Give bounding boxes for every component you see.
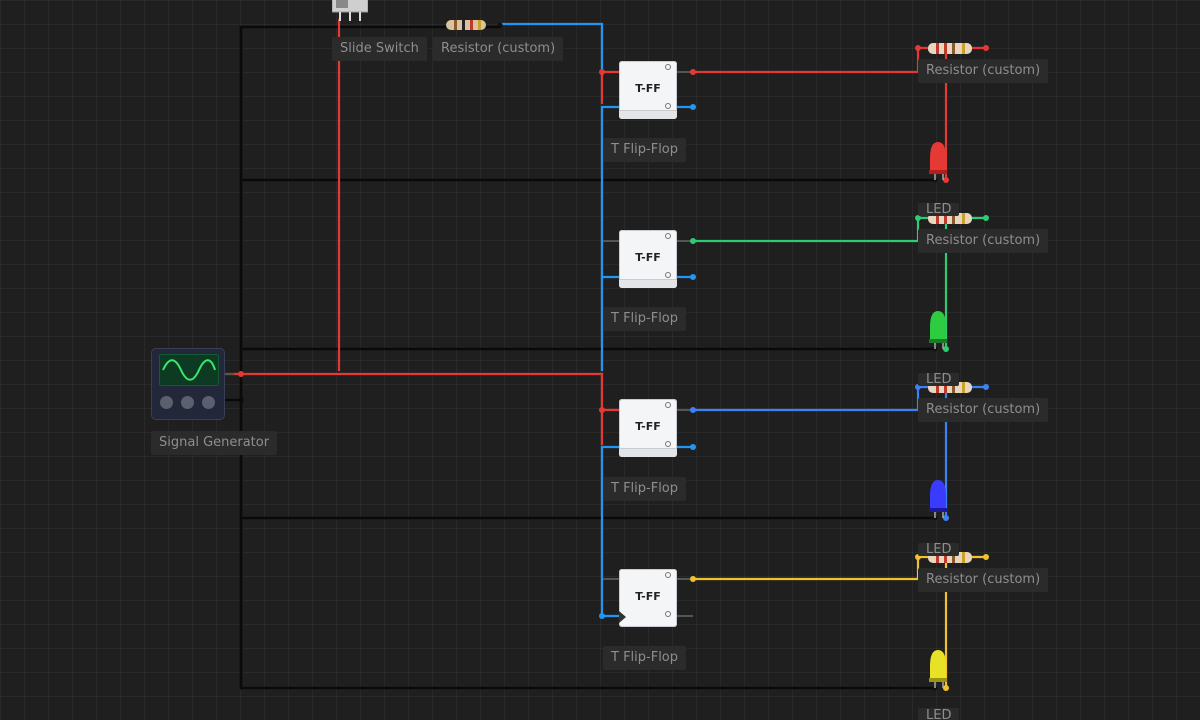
t-flip-flop-4[interactable]: T-FF (619, 569, 677, 627)
tff-title: T-FF (635, 590, 661, 603)
resistor-top-label: Resistor (custom) (433, 37, 564, 61)
knob-icon[interactable] (181, 396, 194, 409)
slide-switch-icon (331, 0, 369, 21)
t-flip-flop-3[interactable]: T-FF (619, 399, 677, 457)
q-bar-pin (665, 272, 671, 278)
slide-switch-label: Slide Switch (332, 37, 427, 61)
tff-footer (619, 448, 677, 457)
led-blue-icon[interactable] (929, 480, 947, 518)
t-flip-flop-4-label: T Flip-Flop (603, 646, 687, 670)
resistor-blue-stage-label: Resistor (custom) (918, 398, 1049, 422)
sine-wave-icon (162, 359, 216, 381)
tff-footer (619, 279, 677, 288)
t-flip-flop-1[interactable]: T-FF (619, 61, 677, 119)
signal-wires (223, 18, 621, 446)
q-bar-pin (665, 611, 671, 617)
q-output-pin (665, 402, 671, 408)
led-red-label: LED (918, 203, 960, 216)
tff-title: T-FF (635, 420, 661, 433)
t-flip-flop-1-label: T Flip-Flop (603, 138, 687, 162)
tff-title: T-FF (635, 82, 661, 95)
signal-generator-label: Signal Generator (151, 431, 278, 455)
knob-icon[interactable] (160, 396, 173, 409)
q-bar-pin (665, 441, 671, 447)
t-flip-flop-2-label: T Flip-Flop (603, 307, 687, 331)
led-green-label: LED (918, 373, 960, 386)
q-output-pin (665, 64, 671, 70)
junction-dots (238, 22, 989, 691)
t-flip-flop-2[interactable]: T-FF (619, 230, 677, 288)
led-green-icon[interactable] (929, 311, 947, 349)
led-red-icon[interactable] (929, 142, 947, 180)
tff-title: T-FF (635, 251, 661, 264)
resistor-red-stage-label: Resistor (custom) (918, 59, 1049, 83)
resistor-red-stage-icon[interactable] (928, 43, 972, 54)
clock-input-icon (619, 611, 626, 623)
tff-footer (619, 110, 677, 119)
led-blue-label: LED (918, 543, 960, 556)
resistor-yellow-stage-label: Resistor (custom) (918, 568, 1049, 592)
slide-switch[interactable] (331, 0, 369, 22)
knob-icon[interactable] (202, 396, 215, 409)
q-output-pin (665, 572, 671, 578)
led-yellow-label: LED (918, 708, 960, 720)
led-yellow-icon[interactable] (929, 650, 947, 688)
signal-screen (159, 354, 219, 386)
ground-wires (223, 25, 937, 690)
t-flip-flop-3-label: T Flip-Flop (603, 477, 687, 501)
resistor-top-icon[interactable] (446, 20, 486, 30)
signal-generator[interactable] (151, 348, 225, 420)
q-output-pin (665, 233, 671, 239)
resistor-green-stage-label: Resistor (custom) (918, 229, 1049, 253)
q-bar-pin (665, 103, 671, 109)
